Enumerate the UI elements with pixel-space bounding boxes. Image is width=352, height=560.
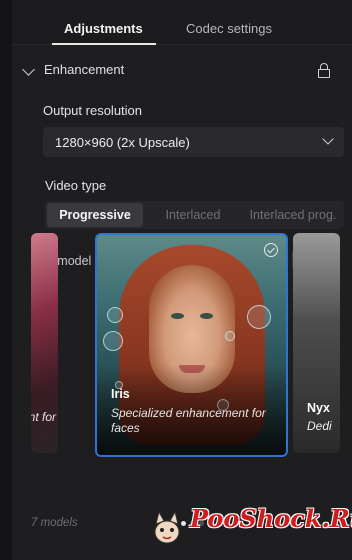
section-title[interactable]: Enhancement: [44, 62, 124, 77]
model-card-iris[interactable]: Iris Specialized enhancement for faces: [95, 233, 288, 457]
model-card-name: Nyx: [307, 401, 330, 415]
video-type-interlaced-prog[interactable]: Interlaced prog.: [241, 201, 345, 229]
lock-icon[interactable]: [318, 63, 330, 78]
model-card-description: Specialized enhancement for faces: [111, 406, 266, 435]
video-type-interlaced[interactable]: Interlaced: [153, 201, 233, 229]
cat-icon: [154, 510, 180, 544]
ai-model-carousel: nt for Iris Specialized enhancement for …: [0, 233, 352, 457]
chevron-down-icon[interactable]: [22, 63, 35, 76]
model-card[interactable]: nt for: [31, 233, 58, 453]
output-resolution-select[interactable]: 1280×960 (2x Upscale): [43, 127, 344, 157]
model-card-nyx[interactable]: Nyx Dedi: [293, 233, 340, 453]
video-type-label: Video type: [45, 178, 107, 193]
tab-adjustments[interactable]: Adjustments: [64, 0, 143, 44]
tab-codec-settings[interactable]: Codec settings: [186, 0, 272, 44]
model-count: 7 models: [31, 517, 78, 529]
model-card-description: Dedi: [307, 419, 332, 433]
check-circle-icon: [264, 243, 278, 257]
chevron-down-icon: [322, 133, 334, 145]
output-resolution-value: 1280×960 (2x Upscale): [55, 135, 190, 150]
watermark: PooShock.Ru: [150, 502, 352, 552]
video-type-segmented-control: Progressive Interlaced Interlaced prog.: [45, 201, 344, 229]
video-type-progressive[interactable]: Progressive: [47, 203, 143, 227]
tab-bar: Adjustments Codec settings: [12, 0, 352, 45]
model-card-name: Iris: [111, 387, 130, 401]
model-card-description: nt for: [31, 410, 56, 424]
watermark-text: PooShock.Ru: [190, 504, 352, 533]
output-resolution-label: Output resolution: [43, 103, 143, 118]
